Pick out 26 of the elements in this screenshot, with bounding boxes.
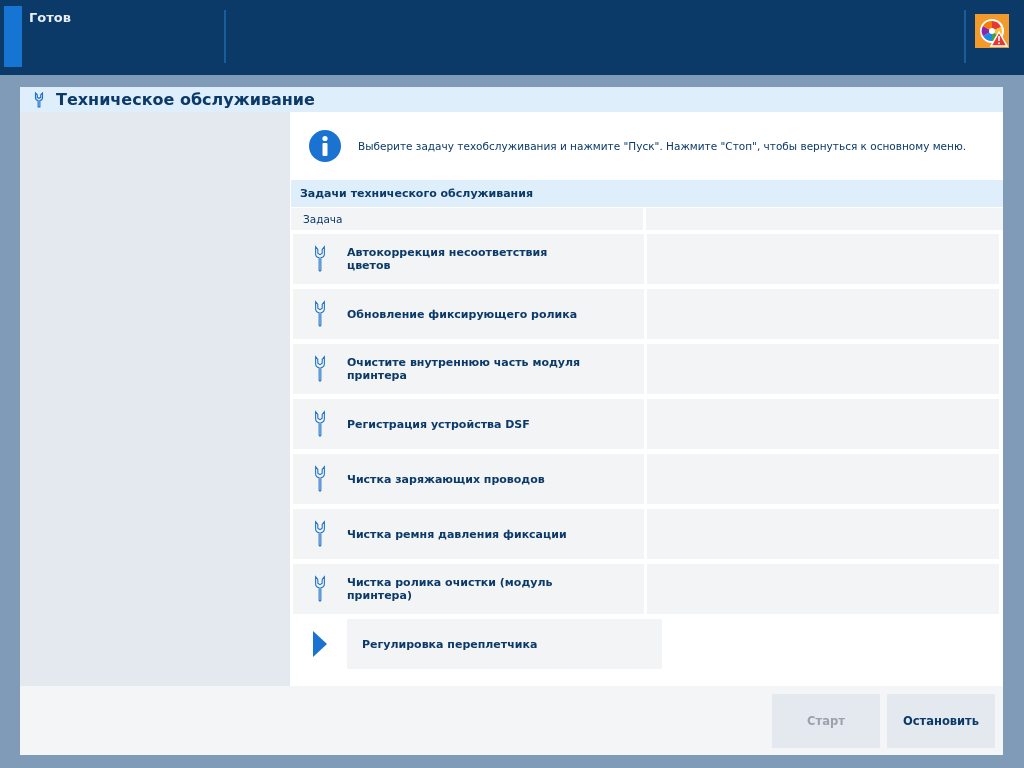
status-text: Готов xyxy=(28,9,72,27)
info-message: Выберите задачу техобслуживания и нажмите "Пуск". Нажмите "Стоп", чтобы вернуться к основному меню. xyxy=(358,140,967,152)
task-item[interactable]: Автокоррекция несоответствия цветов xyxy=(293,234,644,284)
column-header: Задача xyxy=(291,208,643,230)
info-icon xyxy=(309,130,341,162)
task-item[interactable]: Чистка ремня давления фиксации xyxy=(293,509,644,559)
task-item[interactable]: Чистка заряжающих проводов xyxy=(293,454,644,504)
dialog-title: Техническое обслуживание xyxy=(56,90,315,109)
wrench-icon xyxy=(313,245,327,273)
color-wheel-warning-icon[interactable] xyxy=(975,14,1009,48)
task-item[interactable]: Обновление фиксирующего ролика xyxy=(293,289,644,339)
status-accent xyxy=(4,6,22,67)
task-item[interactable]: Регистрация устройства DSF xyxy=(293,399,644,449)
wrench-icon xyxy=(313,410,327,438)
task-item[interactable]: Чистка ролика очистки (модуль принтера) xyxy=(293,564,644,614)
section-header: Задачи технического обслуживания xyxy=(291,180,1003,207)
stop-button[interactable]: Остановить xyxy=(887,693,995,748)
task-item[interactable]: Очистите внутреннюю часть модуля принтера xyxy=(293,344,644,394)
selection-arrow-icon xyxy=(313,631,327,657)
wrench-icon xyxy=(313,300,327,328)
wrench-icon xyxy=(313,575,327,603)
wrench-icon xyxy=(313,355,327,383)
wrench-icon xyxy=(313,465,327,493)
wrench-icon xyxy=(313,520,327,548)
wrench-icon xyxy=(32,91,46,108)
task-item[interactable]: Регулировка переплетчика xyxy=(347,619,662,669)
